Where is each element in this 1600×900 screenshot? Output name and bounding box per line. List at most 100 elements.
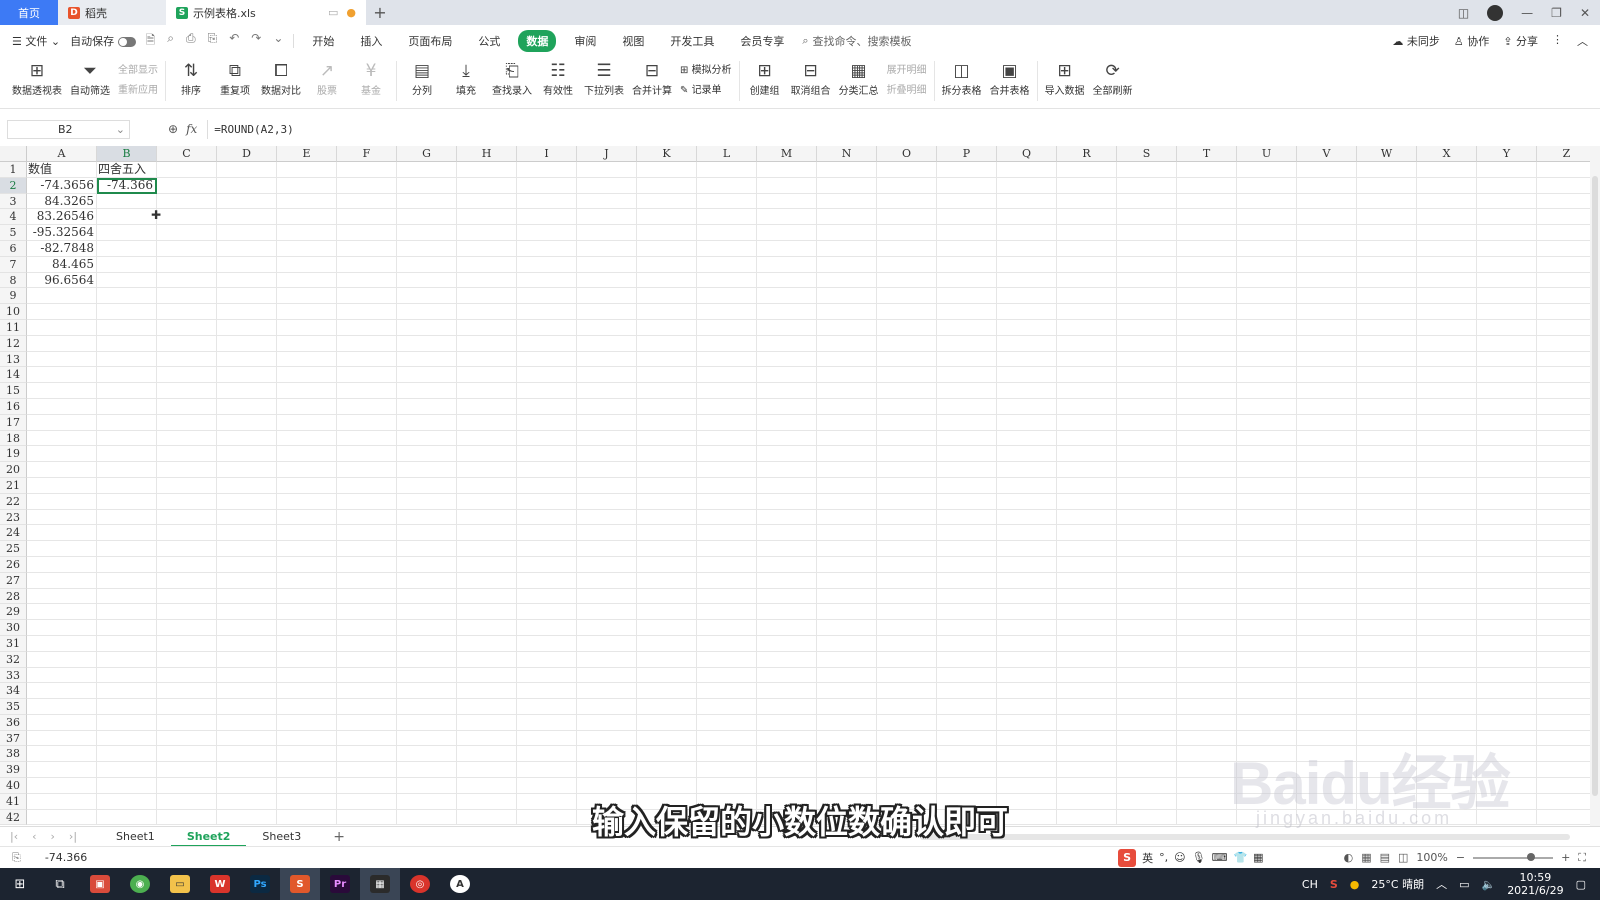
cell-t33[interactable] — [1177, 667, 1237, 684]
cell-k24[interactable] — [637, 525, 697, 542]
cell-f9[interactable] — [337, 288, 397, 305]
cell-a6[interactable]: -82.7848 — [27, 240, 97, 257]
cell-i16[interactable] — [517, 398, 577, 415]
cell-t1[interactable] — [1177, 162, 1237, 178]
cell-i27[interactable] — [517, 572, 577, 589]
cell-i38[interactable] — [517, 746, 577, 763]
row-header[interactable]: 10 — [0, 304, 27, 320]
cell-m13[interactable] — [757, 351, 817, 368]
cell-m5[interactable] — [757, 225, 817, 241]
cell-i6[interactable] — [517, 240, 577, 257]
cell-l20[interactable] — [697, 462, 757, 478]
cell-l8[interactable] — [697, 272, 757, 289]
cell-d4[interactable] — [217, 209, 277, 226]
row-header[interactable]: 4 — [0, 209, 27, 226]
cell-m8[interactable] — [757, 272, 817, 289]
cell-x4[interactable] — [1417, 209, 1477, 226]
cell-m34[interactable] — [757, 683, 817, 700]
cell-g15[interactable] — [397, 383, 457, 399]
cell-g5[interactable] — [397, 225, 457, 241]
cell-x17[interactable] — [1417, 414, 1477, 431]
column-header-q[interactable]: Q — [997, 146, 1057, 162]
cell-v18[interactable] — [1297, 430, 1357, 447]
cell-j2[interactable] — [577, 177, 637, 194]
more-options-icon[interactable]: ⋮ — [1552, 33, 1563, 49]
cell-g30[interactable] — [397, 620, 457, 636]
cell-c6[interactable] — [157, 240, 217, 257]
cell-k10[interactable] — [637, 304, 697, 320]
cell-z25[interactable] — [1537, 541, 1590, 557]
cell-e27[interactable] — [277, 572, 337, 589]
reapply-button[interactable]: 重新应用 — [118, 81, 158, 96]
cell-x28[interactable] — [1417, 588, 1477, 605]
cell-y23[interactable] — [1477, 509, 1537, 526]
cell-q37[interactable] — [997, 730, 1057, 747]
cell-o23[interactable] — [877, 509, 937, 526]
cell-h21[interactable] — [457, 477, 517, 494]
cell-p14[interactable] — [937, 367, 997, 384]
cell-z28[interactable] — [1537, 589, 1590, 605]
cell-v13[interactable] — [1297, 351, 1357, 368]
cell-f13[interactable] — [337, 351, 397, 368]
cell-f18[interactable] — [337, 430, 397, 447]
cell-b18[interactable] — [97, 430, 157, 447]
cell-i2[interactable] — [517, 177, 577, 194]
restore-button[interactable]: ❐ — [1551, 6, 1562, 20]
cell-t9[interactable] — [1177, 288, 1237, 305]
cell-k6[interactable] — [637, 240, 697, 257]
cell-z4[interactable] — [1537, 209, 1590, 226]
cell-l11[interactable] — [697, 319, 757, 336]
cell-g28[interactable] — [397, 588, 457, 605]
cell-x1[interactable] — [1417, 162, 1477, 178]
cell-z36[interactable] — [1537, 715, 1590, 731]
cell-c21[interactable] — [157, 477, 217, 494]
cell-p13[interactable] — [937, 351, 997, 368]
column-header-b[interactable]: B — [97, 146, 157, 162]
cell-i23[interactable] — [517, 509, 577, 526]
cell-z29[interactable] — [1537, 604, 1590, 621]
cell-h25[interactable] — [457, 541, 517, 557]
cell-b35[interactable] — [97, 699, 157, 715]
cell-k28[interactable] — [637, 588, 697, 605]
cell-y14[interactable] — [1477, 367, 1537, 384]
cell-x6[interactable] — [1417, 240, 1477, 257]
cell-r26[interactable] — [1057, 556, 1117, 573]
cell-x16[interactable] — [1417, 398, 1477, 415]
column-header-f[interactable]: F — [337, 146, 397, 162]
cell-j15[interactable] — [577, 383, 637, 399]
cell-c24[interactable] — [157, 525, 217, 542]
cell-v35[interactable] — [1297, 699, 1357, 715]
cell-i24[interactable] — [517, 525, 577, 542]
cell-p28[interactable] — [937, 588, 997, 605]
cell-v2[interactable] — [1297, 177, 1357, 194]
cell-p24[interactable] — [937, 525, 997, 542]
cell-w2[interactable] — [1357, 177, 1417, 194]
cell-v5[interactable] — [1297, 225, 1357, 241]
cell-p26[interactable] — [937, 556, 997, 573]
cell-r13[interactable] — [1057, 351, 1117, 368]
cell-x10[interactable] — [1417, 304, 1477, 320]
row-header[interactable]: 30 — [0, 620, 27, 636]
cell-o27[interactable] — [877, 572, 937, 589]
cell-b31[interactable] — [97, 635, 157, 652]
tab-insert[interactable]: 插入 — [352, 30, 390, 52]
cell-y22[interactable] — [1477, 493, 1537, 510]
cell-n10[interactable] — [817, 304, 877, 320]
row-header[interactable]: 15 — [0, 383, 27, 399]
cell-l34[interactable] — [697, 683, 757, 700]
cell-s13[interactable] — [1117, 351, 1177, 368]
cell-a19[interactable] — [27, 446, 97, 463]
split-column-button[interactable]: ▤ 分列 — [400, 57, 444, 97]
cell-h7[interactable] — [457, 256, 517, 273]
cell-z5[interactable] — [1537, 225, 1590, 241]
cell-e34[interactable] — [277, 683, 337, 700]
cell-u34[interactable] — [1237, 683, 1297, 700]
cell-w25[interactable] — [1357, 541, 1417, 557]
cell-y26[interactable] — [1477, 556, 1537, 573]
cell-i29[interactable] — [517, 604, 577, 621]
cell-c3[interactable] — [157, 193, 217, 210]
cell-e13[interactable] — [277, 351, 337, 368]
cell-k38[interactable] — [637, 746, 697, 763]
cell-z2[interactable] — [1537, 178, 1590, 194]
cell-g31[interactable] — [397, 635, 457, 652]
